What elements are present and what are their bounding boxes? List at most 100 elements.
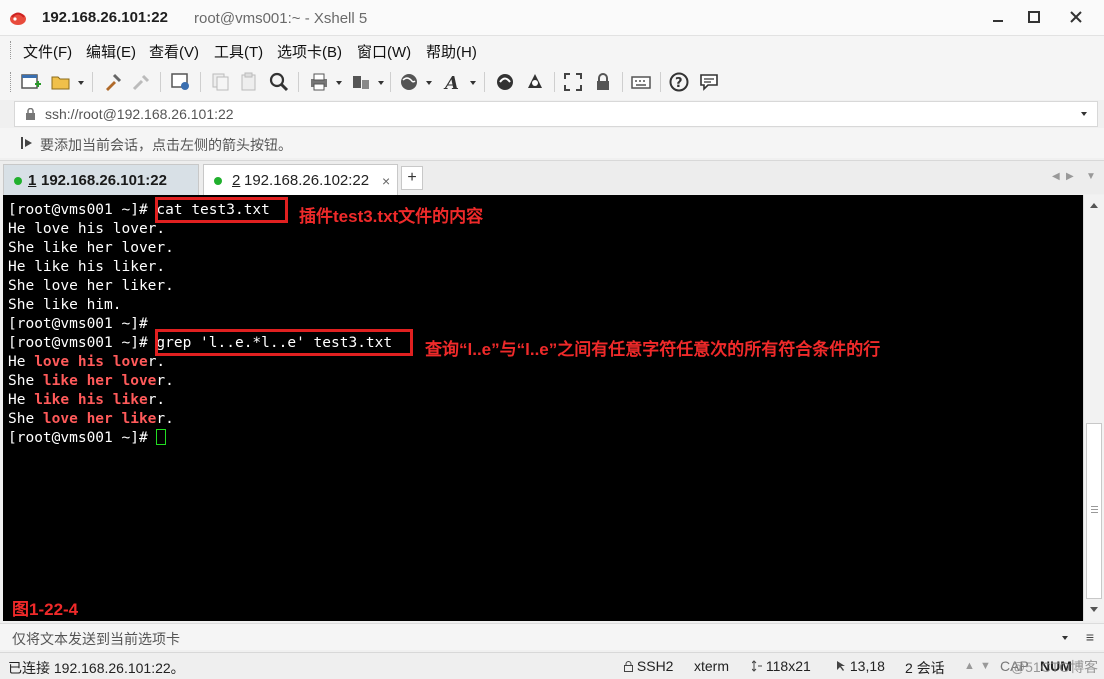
- grep-result-line: He love his lover.: [8, 354, 166, 370]
- close-window-button[interactable]: [1063, 6, 1089, 28]
- session-hint-bar: 要添加当前会话，点击左侧的箭头按钮。: [0, 128, 1104, 158]
- menu-grip: [10, 41, 13, 59]
- help-icon[interactable]: ?: [668, 71, 690, 93]
- lock-icon[interactable]: [592, 71, 614, 93]
- status-bar: 已连接 192.168.26.101:22。 SSH2 xterm 118x21…: [0, 652, 1104, 679]
- maximize-button[interactable]: [1021, 6, 1047, 28]
- print-icon[interactable]: [308, 71, 330, 93]
- cursor-position-status: 13,18: [836, 658, 885, 674]
- shell-prompt: [root@vms001 ~]#: [8, 316, 157, 332]
- comment-icon[interactable]: [698, 71, 720, 93]
- terminal-type-status: xterm: [694, 658, 729, 674]
- tab-list-icon[interactable]: ▼: [1086, 171, 1096, 182]
- grep-result-line: She love her liker.: [8, 411, 174, 427]
- grep-match: like his like: [34, 392, 148, 408]
- connected-status-icon: [14, 177, 22, 185]
- find-icon[interactable]: [268, 71, 290, 93]
- cat-command-highlight-box: [155, 197, 288, 223]
- paste-icon[interactable]: [238, 71, 260, 93]
- minimize-button[interactable]: [985, 6, 1011, 28]
- compose-dropdown-caret[interactable]: [1062, 636, 1068, 640]
- menu-window[interactable]: 窗口(W): [357, 41, 411, 62]
- grep-match: love his love: [34, 354, 148, 370]
- compose-menu-icon[interactable]: ≡: [1086, 629, 1094, 645]
- transfer-dropdown-caret[interactable]: [378, 81, 384, 85]
- shell-prompt: [root@vms001 ~]#: [8, 335, 157, 351]
- terminal-line: [root@vms001 ~]#: [8, 315, 156, 334]
- tab-number: 2: [232, 172, 241, 189]
- font-icon[interactable]: A: [442, 71, 464, 93]
- terminal-size-status: 118x21: [751, 658, 811, 674]
- watermark: @51CTO博客: [1010, 659, 1098, 675]
- toolbar-grip: [10, 72, 13, 92]
- font-dropdown-caret[interactable]: [470, 81, 476, 85]
- compose-bar[interactable]: 仅将文本发送到当前选项卡 ≡: [0, 623, 1104, 650]
- terminal-scrollbar[interactable]: [1083, 195, 1104, 621]
- tab-scroll-right-icon[interactable]: ▶: [1066, 171, 1074, 182]
- copy-icon[interactable]: [210, 71, 232, 93]
- compose-target-selector[interactable]: 仅将文本发送到当前选项卡: [12, 629, 180, 649]
- tab-close-button[interactable]: ×: [382, 173, 390, 189]
- new-session-icon[interactable]: [20, 71, 42, 93]
- session-count-status: 2 会话: [905, 660, 945, 676]
- title-bar: 192.168.26.101:22 root@vms001:~ - Xshell…: [0, 0, 1104, 36]
- menu-view[interactable]: 查看(V): [149, 41, 199, 62]
- xftp-icon[interactable]: [494, 71, 516, 93]
- connection-status: 已连接 192.168.26.101:22。: [8, 660, 185, 676]
- tab-session-1[interactable]: 1 192.168.26.101:22: [3, 164, 199, 195]
- menu-edit[interactable]: 编辑(E): [86, 41, 136, 62]
- menu-help[interactable]: 帮助(H): [426, 41, 477, 62]
- session-next-icon[interactable]: ▼: [980, 660, 991, 672]
- globe-icon[interactable]: [398, 71, 420, 93]
- session-hint-text: 要添加当前会话，点击左侧的箭头按钮。: [40, 137, 292, 153]
- terminal-line: She love her liker.: [8, 278, 174, 294]
- terminal-area[interactable]: [root@vms001 ~]# cat test3.txt He love h…: [3, 195, 1083, 621]
- svg-text:A: A: [443, 73, 459, 93]
- tab-strip: 1 192.168.26.101:22 2 192.168.26.102:22 …: [0, 160, 1104, 195]
- menu-tools[interactable]: 工具(T): [214, 41, 263, 62]
- terminal-line: She like her lover.: [8, 240, 174, 256]
- grep-match: love her like: [42, 411, 157, 427]
- xshell-logo-icon: [10, 12, 26, 25]
- close-icon: [1070, 11, 1082, 23]
- address-bar[interactable]: ssh://root@192.168.26.101:22: [14, 101, 1098, 127]
- new-tab-button[interactable]: +: [401, 166, 423, 190]
- terminal-cursor: [156, 429, 167, 445]
- terminal-line: He love his lover.: [8, 221, 166, 237]
- tab-host: 192.168.26.102:22: [244, 172, 370, 189]
- grep-command-highlight-box: [155, 329, 413, 356]
- session-prev-icon[interactable]: ▲: [964, 660, 975, 672]
- xagent-icon[interactable]: [524, 71, 546, 93]
- scroll-up-icon[interactable]: [1090, 203, 1098, 208]
- scroll-down-icon[interactable]: [1090, 607, 1098, 612]
- shell-prompt: [root@vms001 ~]#: [8, 430, 157, 446]
- lock-icon: [624, 661, 633, 672]
- globe-dropdown-caret[interactable]: [426, 81, 432, 85]
- tab-scroll-left-icon[interactable]: ◀: [1052, 171, 1060, 182]
- scrollbar-thumb[interactable]: [1086, 423, 1102, 599]
- open-dropdown-caret[interactable]: [78, 81, 84, 85]
- grep-annotation: 查询“l..e”与“l..e”之间有任意字符任意次的所有符合条件的行: [425, 340, 881, 359]
- grep-result-line: He like his liker.: [8, 392, 166, 408]
- address-input[interactable]: ssh://root@192.168.26.101:22: [45, 106, 234, 122]
- terminal-line: He like his liker.: [8, 259, 166, 275]
- tab-session-2[interactable]: 2 192.168.26.102:22 ×: [203, 164, 398, 195]
- transfer-icon[interactable]: [350, 71, 372, 93]
- add-session-arrow-icon[interactable]: [20, 136, 34, 150]
- disconnect-icon[interactable]: [130, 71, 152, 93]
- terminal-line: [root@vms001 ~]#: [8, 429, 167, 448]
- properties-icon[interactable]: [170, 71, 192, 93]
- open-folder-icon[interactable]: [50, 71, 72, 93]
- reconnect-icon[interactable]: [102, 71, 124, 93]
- shell-prompt: [root@vms001 ~]#: [8, 202, 157, 218]
- menu-file[interactable]: 文件(F): [23, 41, 72, 62]
- menu-bar: 文件(F) 编辑(E) 查看(V) 工具(T) 选项卡(B) 窗口(W) 帮助(…: [0, 36, 1104, 64]
- print-dropdown-caret[interactable]: [336, 81, 342, 85]
- keyboard-icon[interactable]: [630, 71, 652, 93]
- address-dropdown-caret[interactable]: [1081, 112, 1087, 116]
- connected-status-icon: [214, 177, 222, 185]
- fullscreen-icon[interactable]: [562, 71, 584, 93]
- protocol-status: SSH2: [624, 658, 673, 674]
- terminal-line: She like him.: [8, 297, 122, 313]
- menu-tabs[interactable]: 选项卡(B): [277, 41, 342, 62]
